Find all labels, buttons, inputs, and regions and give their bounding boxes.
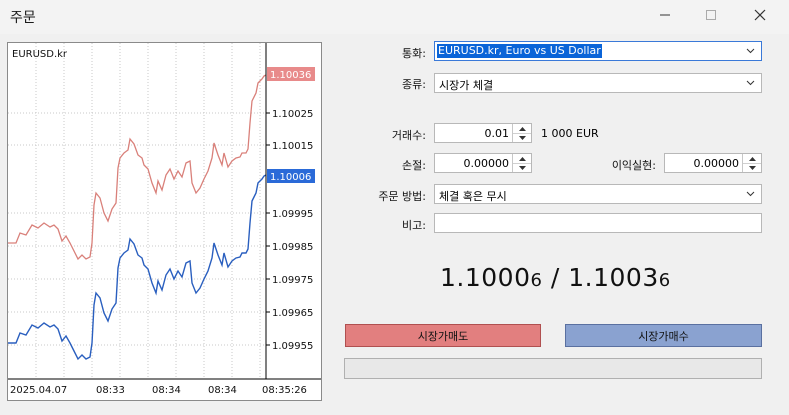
comment-label: 비고: — [402, 219, 426, 232]
stop-loss-stepper[interactable]: 0.00000 — [434, 153, 532, 173]
bid-price-tag-text: 1.10006 — [270, 172, 311, 183]
quote-display: 1.10006 / 1.10036 — [440, 263, 671, 292]
arrow-down-icon — [748, 165, 756, 170]
stop-loss-value: 0.00000 — [463, 157, 510, 170]
arrow-up-icon — [748, 156, 756, 161]
maximize-button[interactable] — [688, 0, 734, 30]
chevron-down-icon — [746, 48, 755, 54]
stop-loss-stepper-arrows[interactable] — [512, 154, 531, 172]
ask-price-main: 1.1003 — [568, 263, 659, 292]
window-title: 주문 — [10, 10, 36, 26]
order-status-bar — [344, 358, 762, 379]
volume-unit: 1 000 EUR — [541, 127, 599, 140]
symbol-select-value: EURUSD.kr, Euro vs US Dollar — [437, 44, 602, 58]
volume-label: 거래수: — [391, 129, 426, 142]
take-profit-value: 0.00000 — [693, 157, 740, 170]
price-tick-label: 1.09955 — [272, 341, 313, 352]
arrow-up-icon — [518, 126, 526, 131]
volume-value: 0.01 — [484, 127, 510, 140]
take-profit-stepper-arrows[interactable] — [742, 154, 761, 172]
chevron-down-icon — [746, 191, 755, 197]
order-type-select-value: 시장가 체결 — [439, 79, 494, 92]
arrow-down-icon — [518, 165, 526, 170]
price-tick-label: 1.09985 — [272, 242, 313, 253]
order-type-label: 종류: — [402, 78, 426, 91]
title-bar: 주문 — [0, 0, 789, 34]
tick-chart-svg: EURUSD.kr 1.100251.100151.099951.099851.… — [8, 43, 321, 396]
chart-grid — [8, 43, 266, 379]
quote-separator: / — [542, 263, 569, 292]
time-axis: 2025.04.07 08:33 08:34 08:34 08:35:26 — [10, 385, 307, 396]
comment-input[interactable] — [434, 213, 762, 233]
ask-price-line — [8, 74, 267, 261]
price-tick-label: 1.09975 — [272, 275, 313, 286]
fill-policy-select-value: 체결 혹은 무시 — [439, 190, 507, 203]
order-type-select[interactable]: 시장가 체결 — [434, 73, 762, 93]
close-button[interactable] — [737, 0, 783, 30]
volume-down-button[interactable] — [513, 133, 531, 142]
take-profit-down-button[interactable] — [743, 163, 761, 172]
buy-market-button[interactable]: 시장가매수 — [565, 324, 762, 347]
stop-loss-down-button[interactable] — [513, 163, 531, 172]
price-tick-label: 1.10025 — [272, 109, 313, 120]
symbol-select[interactable]: EURUSD.kr, Euro vs US Dollar — [434, 41, 762, 61]
arrow-down-icon — [518, 135, 526, 140]
volume-stepper-arrows[interactable] — [512, 124, 531, 142]
close-icon — [754, 9, 766, 21]
price-tick-label: 1.09965 — [272, 308, 313, 319]
fill-policy-label: 주문 방법: — [378, 190, 426, 203]
bid-price-pipette: 6 — [530, 270, 543, 291]
time-tick-label: 08:35:26 — [262, 385, 307, 396]
volume-stepper[interactable]: 0.01 — [434, 123, 532, 143]
minimize-button[interactable] — [642, 0, 688, 30]
time-tick-label: 08:34 — [152, 385, 181, 396]
take-profit-stepper[interactable]: 0.00000 — [664, 153, 762, 173]
time-tick-label: 08:33 — [96, 385, 125, 396]
bid-price-line — [8, 174, 267, 361]
arrow-up-icon — [518, 156, 526, 161]
maximize-icon — [706, 10, 716, 20]
stop-loss-label: 손절: — [402, 159, 426, 172]
time-tick-label: 08:34 — [208, 385, 237, 396]
ask-price-pipette: 6 — [658, 270, 671, 291]
take-profit-label: 이익실현: — [611, 159, 656, 172]
chevron-down-icon — [746, 80, 755, 86]
fill-policy-select[interactable]: 체결 혹은 무시 — [434, 184, 762, 204]
time-tick-label: 2025.04.07 — [10, 385, 67, 396]
bid-price-main: 1.1000 — [440, 263, 531, 292]
tick-chart: EURUSD.kr 1.10025 1.10015 1.09995 1.09985 1.… — [7, 42, 322, 401]
minimize-icon — [660, 14, 670, 16]
symbol-label: 통화: — [402, 47, 426, 60]
sell-market-button[interactable]: 시장가매도 — [345, 324, 541, 347]
chart-symbol-label: EURUSD.kr — [12, 49, 68, 60]
